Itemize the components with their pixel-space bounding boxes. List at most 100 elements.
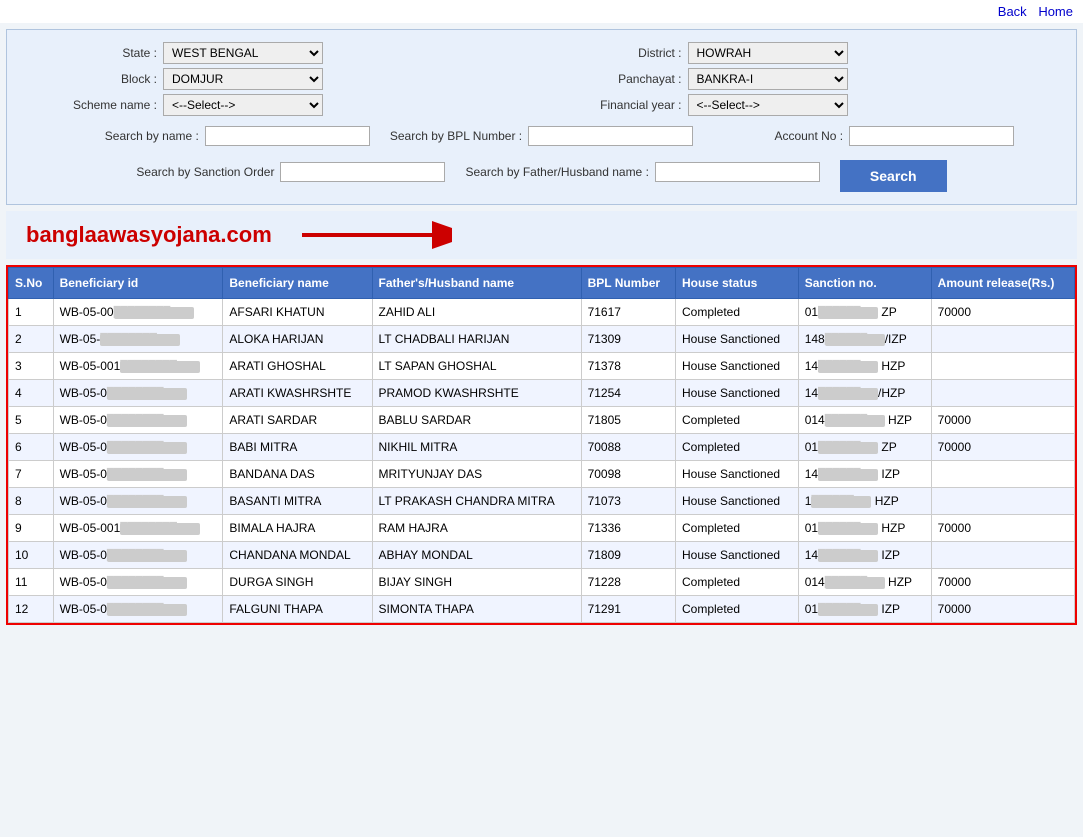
- panchayat-label: Panchayat :: [552, 72, 682, 86]
- cell-sanction: 14██████ IZP: [798, 461, 931, 488]
- col-beneficiary-id: Beneficiary id: [53, 268, 223, 299]
- cell-sanction: 14██████ HZP: [798, 353, 931, 380]
- cell-status: House Sanctioned: [675, 353, 798, 380]
- cell-sanction: 01██████ ZP: [798, 299, 931, 326]
- cell-id: WB-05-0████████: [53, 407, 223, 434]
- cell-name: AFSARI KHATUN: [223, 299, 372, 326]
- scheme-label: Scheme name :: [27, 98, 157, 112]
- cell-sno: 11: [9, 569, 54, 596]
- cell-sno: 4: [9, 380, 54, 407]
- cell-amount: 70000: [931, 434, 1074, 461]
- cell-name: CHANDANA MONDAL: [223, 542, 372, 569]
- watermark-text: banglaawasyojana.com: [26, 222, 272, 248]
- cell-id: WB-05-████████: [53, 326, 223, 353]
- cell-bpl: 70098: [581, 461, 675, 488]
- cell-bpl: 71309: [581, 326, 675, 353]
- table-row[interactable]: 12WB-05-0████████FALGUNI THAPASIMONTA TH…: [9, 596, 1075, 623]
- cell-status: Completed: [675, 299, 798, 326]
- panchayat-select[interactable]: BANKRA-I: [688, 68, 848, 90]
- table-header-row: S.No Beneficiary id Beneficiary name Fat…: [9, 268, 1075, 299]
- cell-id: WB-05-0████████: [53, 569, 223, 596]
- block-select[interactable]: DOMJUR: [163, 68, 323, 90]
- cell-father: PRAMOD KWASHRSHTE: [372, 380, 581, 407]
- cell-sno: 6: [9, 434, 54, 461]
- cell-bpl: 71254: [581, 380, 675, 407]
- col-sanction-no: Sanction no.: [798, 268, 931, 299]
- cell-amount: [931, 542, 1074, 569]
- table-row[interactable]: 8WB-05-0████████BASANTI MITRALT PRAKASH …: [9, 488, 1075, 515]
- cell-father: ABHAY MONDAL: [372, 542, 581, 569]
- cell-sanction: 148██████/IZP: [798, 326, 931, 353]
- table-row[interactable]: 2WB-05-████████ALOKA HARIJANLT CHADBALI …: [9, 326, 1075, 353]
- cell-sanction: 01██████ IZP: [798, 596, 931, 623]
- cell-id: WB-05-0████████: [53, 380, 223, 407]
- cell-father: MRITYUNJAY DAS: [372, 461, 581, 488]
- back-link[interactable]: Back: [998, 4, 1027, 19]
- cell-amount: 70000: [931, 515, 1074, 542]
- financial-year-label: Financial year :: [552, 98, 682, 112]
- table-row[interactable]: 10WB-05-0████████CHANDANA MONDALABHAY MO…: [9, 542, 1075, 569]
- table-row[interactable]: 4WB-05-0████████ARATI KWASHRSHTEPRAMOD K…: [9, 380, 1075, 407]
- cell-bpl: 70088: [581, 434, 675, 461]
- scheme-select[interactable]: <--Select-->: [163, 94, 323, 116]
- search-father-input[interactable]: [655, 162, 820, 182]
- table-row[interactable]: 5WB-05-0████████ARATI SARDARBABLU SARDAR…: [9, 407, 1075, 434]
- col-father-name: Father's/Husband name: [372, 268, 581, 299]
- table-row[interactable]: 1WB-05-00████████AFSARI KHATUNZAHID ALI 7…: [9, 299, 1075, 326]
- cell-sno: 7: [9, 461, 54, 488]
- cell-id: WB-05-0████████: [53, 596, 223, 623]
- search-bpl-input[interactable]: [528, 126, 693, 146]
- cell-status: House Sanctioned: [675, 326, 798, 353]
- col-beneficiary-name: Beneficiary name: [223, 268, 372, 299]
- cell-id: WB-05-0████████: [53, 542, 223, 569]
- cell-bpl: 71378: [581, 353, 675, 380]
- search-sanction-input[interactable]: [280, 162, 445, 182]
- cell-father: NIKHIL MITRA: [372, 434, 581, 461]
- cell-sno: 12: [9, 596, 54, 623]
- cell-bpl: 71805: [581, 407, 675, 434]
- cell-sno: 1: [9, 299, 54, 326]
- arrow-icon: [292, 215, 452, 255]
- table-row[interactable]: 9WB-05-001████████BIMALA HAJRARAM HAJRA7…: [9, 515, 1075, 542]
- cell-sanction: 14██████ IZP: [798, 542, 931, 569]
- cell-amount: [931, 380, 1074, 407]
- cell-sno: 9: [9, 515, 54, 542]
- cell-amount: [931, 353, 1074, 380]
- table-row[interactable]: 6WB-05-0████████BABI MITRANIKHIL MITRA70…: [9, 434, 1075, 461]
- cell-sno: 5: [9, 407, 54, 434]
- block-label: Block :: [27, 72, 157, 86]
- table-row[interactable]: 3WB-05-001████████ARATI GHOSHALLT SAPAN …: [9, 353, 1075, 380]
- cell-bpl: 71073: [581, 488, 675, 515]
- cell-name: BANDANA DAS: [223, 461, 372, 488]
- search-button[interactable]: Search: [840, 160, 947, 192]
- search-name-input[interactable]: [205, 126, 370, 146]
- cell-name: ARATI SARDAR: [223, 407, 372, 434]
- district-select[interactable]: HOWRAH: [688, 42, 848, 64]
- cell-name: DURGA SINGH: [223, 569, 372, 596]
- watermark-bar: banglaawasyojana.com: [6, 211, 1077, 259]
- cell-father: ZAHID ALI: [372, 299, 581, 326]
- account-no-input[interactable]: [849, 126, 1014, 146]
- search-bpl-label: Search by BPL Number :: [390, 129, 522, 143]
- cell-id: WB-05-00████████: [53, 299, 223, 326]
- financial-year-select[interactable]: <--Select-->: [688, 94, 848, 116]
- table-row[interactable]: 11WB-05-0████████DURGA SINGHBIJAY SINGH7…: [9, 569, 1075, 596]
- search-father-label: Search by Father/Husband name :: [465, 165, 648, 179]
- cell-sanction: 014██████ HZP: [798, 569, 931, 596]
- cell-bpl: 71228: [581, 569, 675, 596]
- cell-father: RAM HAJRA: [372, 515, 581, 542]
- table-row[interactable]: 7WB-05-0████████BANDANA DASMRITYUNJAY DA…: [9, 461, 1075, 488]
- home-link[interactable]: Home: [1038, 4, 1073, 19]
- cell-amount: 70000: [931, 407, 1074, 434]
- top-navigation: Back Home: [0, 0, 1083, 23]
- cell-id: WB-05-0████████: [53, 461, 223, 488]
- cell-amount: [931, 461, 1074, 488]
- cell-id: WB-05-0████████: [53, 434, 223, 461]
- cell-father: LT CHADBALI HARIJAN: [372, 326, 581, 353]
- cell-amount: [931, 326, 1074, 353]
- cell-amount: 70000: [931, 299, 1074, 326]
- state-select[interactable]: WEST BENGAL: [163, 42, 323, 64]
- cell-father: LT PRAKASH CHANDRA MITRA: [372, 488, 581, 515]
- col-sno: S.No: [9, 268, 54, 299]
- cell-status: Completed: [675, 434, 798, 461]
